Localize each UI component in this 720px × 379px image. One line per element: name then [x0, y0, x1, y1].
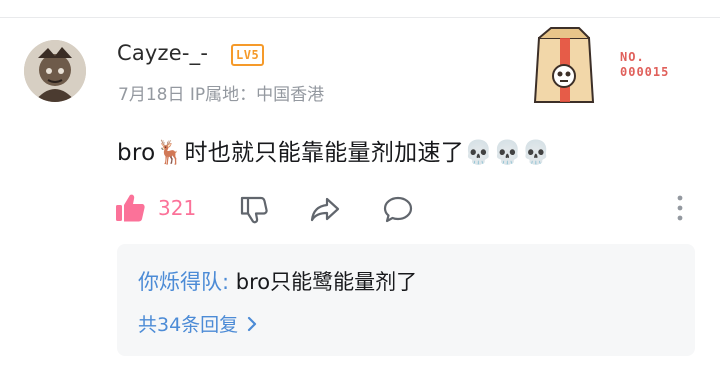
level-badge: LV5 [231, 44, 265, 66]
more-dots-icon[interactable] [672, 194, 688, 222]
like-count: 321 [158, 196, 197, 220]
avatar-image [24, 40, 86, 102]
fan-number-value: 000015 [620, 65, 670, 79]
reply-bubble-icon[interactable] [382, 193, 414, 225]
reply-author[interactable]: 你烁得队: [138, 270, 229, 294]
view-replies-label: 共34条回复 [138, 314, 239, 336]
reply-preview-box[interactable]: 你烁得队: bro只能鹭能量剂了 共34条回复 [117, 244, 695, 356]
fan-number-label: NO. [620, 50, 645, 64]
top-divider [0, 17, 720, 18]
share-icon[interactable] [309, 193, 341, 225]
fan-card-bag[interactable] [531, 26, 597, 104]
fan-number: NO. 000015 [620, 50, 682, 80]
reply-preview-line: 你烁得队: bro只能鹭能量剂了 [138, 266, 417, 296]
thumbs-down-icon[interactable] [238, 193, 270, 225]
avatar[interactable] [24, 40, 86, 102]
reply-text: bro只能鹭能量剂了 [229, 270, 418, 294]
action-bar: 321 [114, 190, 694, 226]
comment-meta: 7月18日 IP属地：中国香港 [118, 85, 325, 105]
username[interactable]: Cayze-_- [117, 41, 208, 65]
view-replies-link[interactable]: 共34条回复 [138, 310, 258, 337]
chevron-right-icon [248, 316, 257, 331]
comment-content: bro🦌时也就只能靠能量剂加速了💀💀💀 [117, 140, 551, 166]
thumbs-up-icon[interactable] [114, 193, 146, 223]
